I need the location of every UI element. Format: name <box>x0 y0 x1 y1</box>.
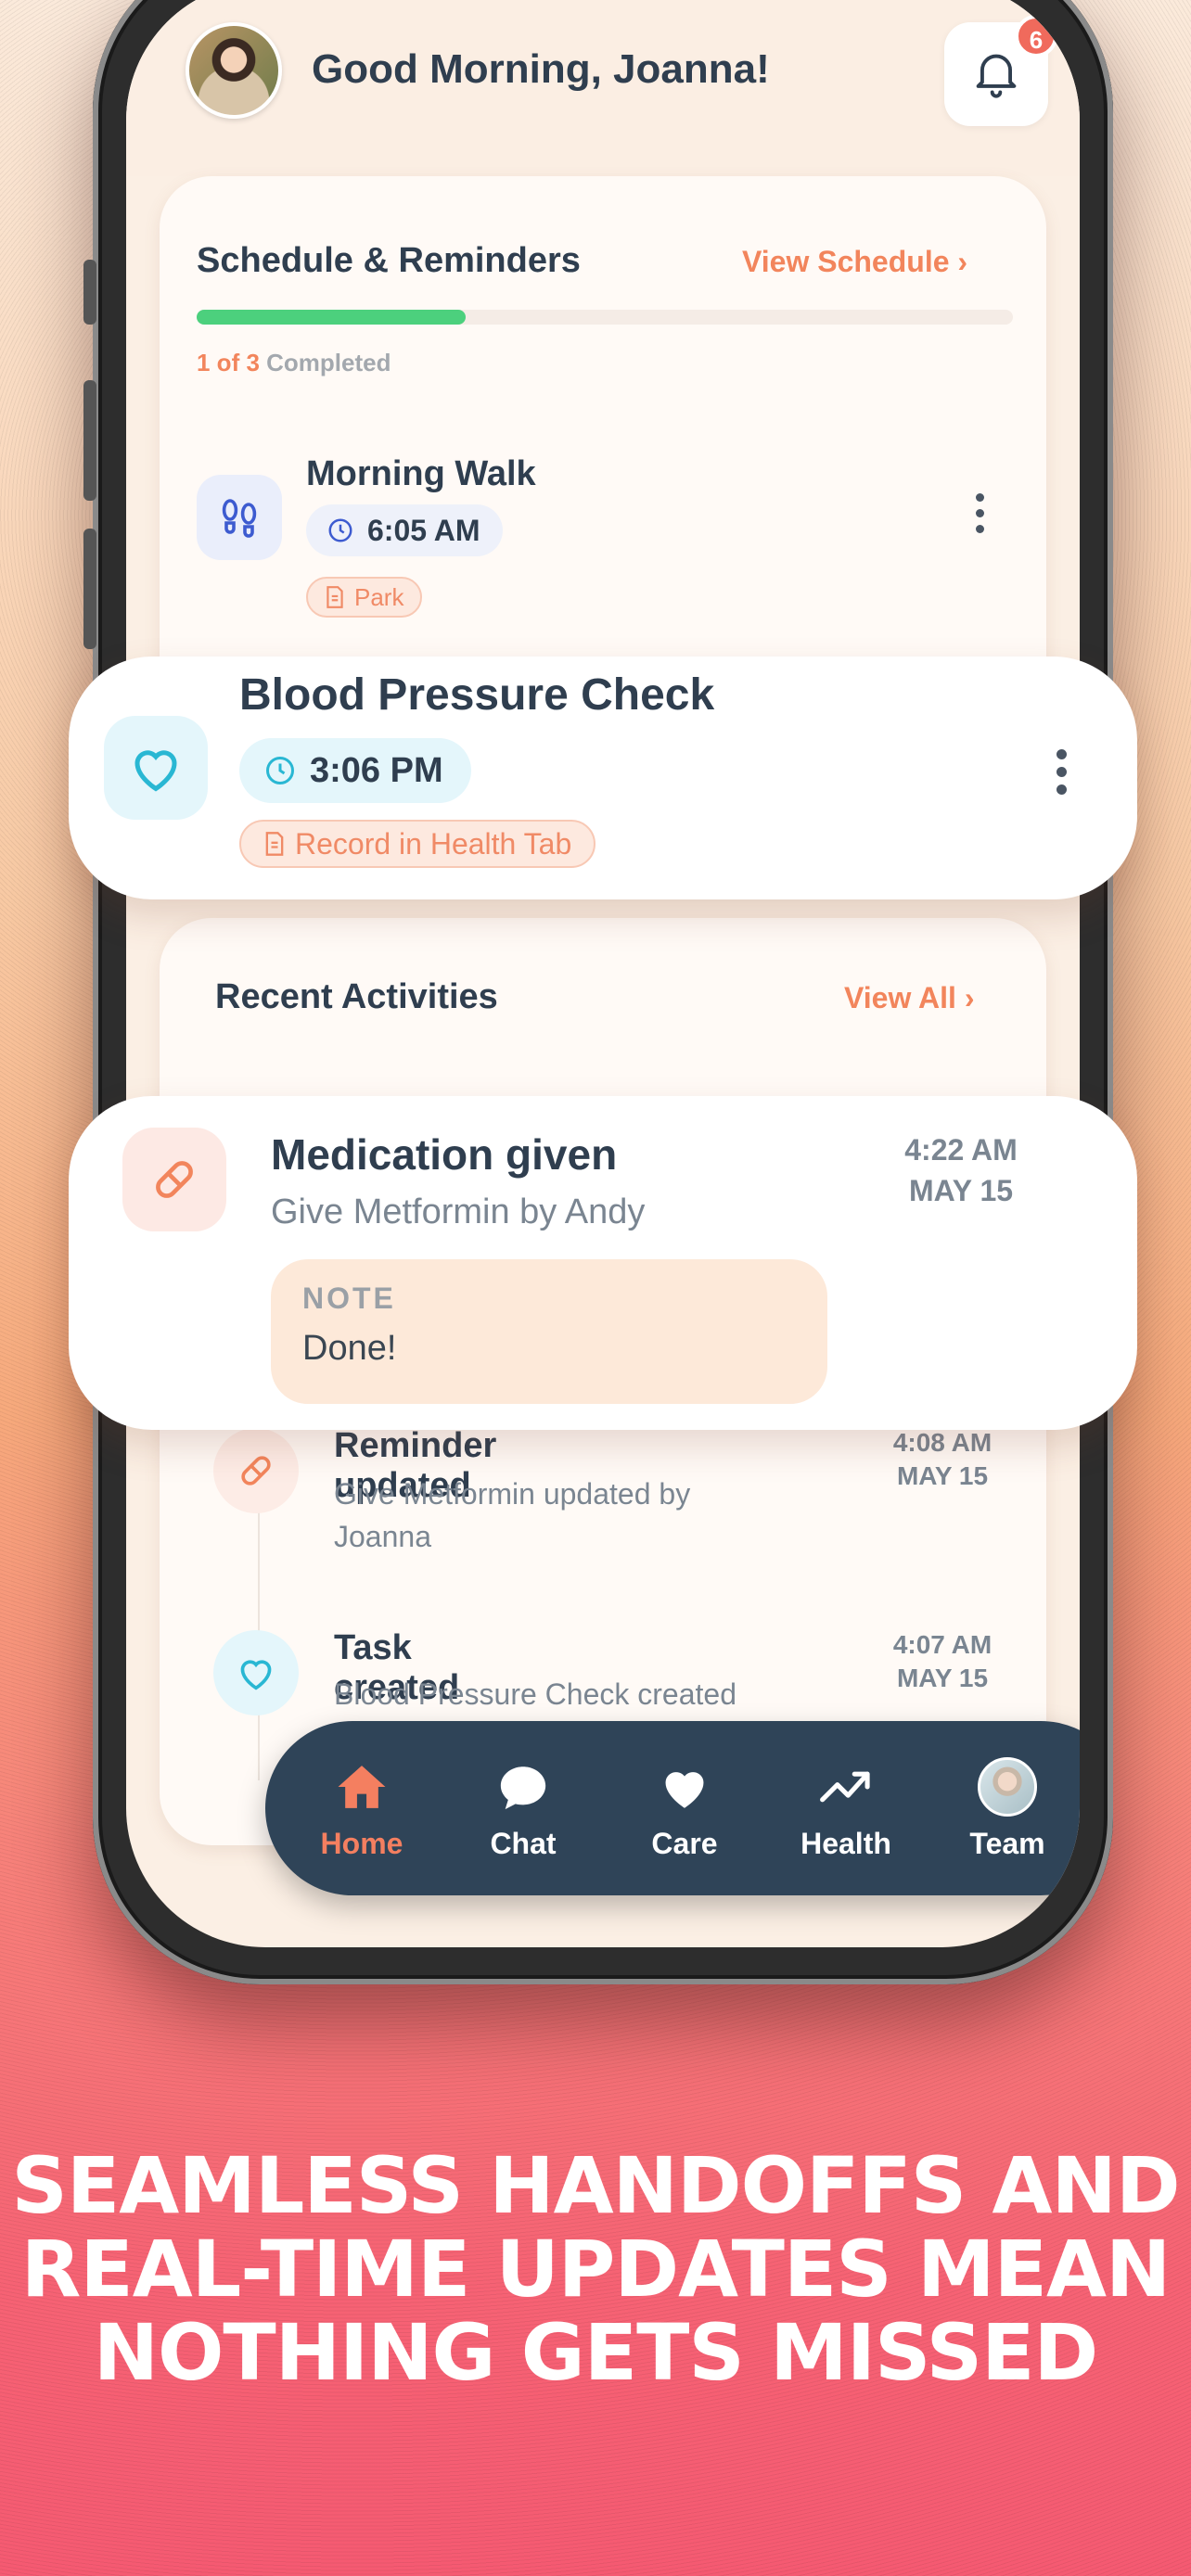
schedule-time-pill: 3:06 PM <box>239 738 471 803</box>
view-all-link[interactable]: View All › <box>844 981 974 1015</box>
pill-icon <box>213 1428 299 1513</box>
team-avatar <box>978 1757 1037 1817</box>
app-header: Good Morning, Joanna! 6 <box>126 0 1080 176</box>
notification-badge: 6 <box>1015 15 1057 57</box>
phone-frame: Good Morning, Joanna! 6 Schedule & Remin… <box>83 0 1113 1984</box>
tab-home[interactable]: Home <box>288 1756 436 1861</box>
activity-item-highlight[interactable]: Medication given Give Metformin by Andy … <box>69 1096 1137 1430</box>
recent-activities-title: Recent Activities <box>215 977 498 1016</box>
schedule-time-pill: 6:05 AM <box>306 504 503 556</box>
clock-icon <box>266 757 294 784</box>
heart-icon <box>213 1630 299 1715</box>
schedule-item-title: Blood Pressure Check <box>239 670 715 720</box>
tab-health[interactable]: Health <box>772 1756 920 1861</box>
clock-icon <box>328 518 352 542</box>
more-options-button[interactable] <box>974 493 985 533</box>
schedule-title: Schedule & Reminders <box>197 241 581 280</box>
document-icon <box>327 586 343 608</box>
completed-status: 1 of 3 Completed <box>197 349 391 376</box>
location-tag: Park <box>306 577 423 618</box>
heart-icon <box>104 716 208 820</box>
pill-icon <box>122 1128 226 1231</box>
schedule-item-highlight[interactable]: Blood Pressure Check 3:06 PM Record in H… <box>69 657 1137 899</box>
bottom-tab-bar: Home Chat Care Health Team <box>265 1721 1080 1895</box>
user-avatar[interactable] <box>186 22 282 119</box>
tab-team[interactable]: Team <box>933 1756 1080 1861</box>
more-options-button[interactable] <box>1056 749 1067 795</box>
schedule-item-title[interactable]: Morning Walk <box>306 454 536 494</box>
activity-note: NOTE Done! <box>271 1259 827 1404</box>
document-icon <box>265 832 284 856</box>
schedule-progress-bar <box>197 310 1013 325</box>
tab-chat[interactable]: Chat <box>449 1756 597 1861</box>
bell-icon <box>976 54 1017 98</box>
chat-icon <box>500 1766 546 1810</box>
activity-title: Medication given <box>271 1130 618 1179</box>
activity-timestamp: 4:22 AM MAY 15 <box>904 1133 1018 1207</box>
progress-fill <box>197 310 467 325</box>
activity-subtitle: Give Metformin by Andy <box>271 1192 646 1231</box>
trend-icon <box>820 1771 870 1803</box>
heart-icon <box>665 1772 704 1808</box>
tab-care[interactable]: Care <box>610 1756 759 1861</box>
app-screen: Good Morning, Joanna! 6 Schedule & Remin… <box>126 0 1080 1947</box>
greeting-text: Good Morning, Joanna! <box>312 46 770 92</box>
footsteps-icon <box>197 475 282 560</box>
home-icon <box>338 1766 386 1808</box>
marketing-caption: SEAMLESS HANDOFFS AND REAL-TIME UPDATES … <box>11 2140 1180 2398</box>
location-tag[interactable]: Record in Health Tab <box>239 820 596 868</box>
view-schedule-link[interactable]: View Schedule › <box>742 245 967 279</box>
